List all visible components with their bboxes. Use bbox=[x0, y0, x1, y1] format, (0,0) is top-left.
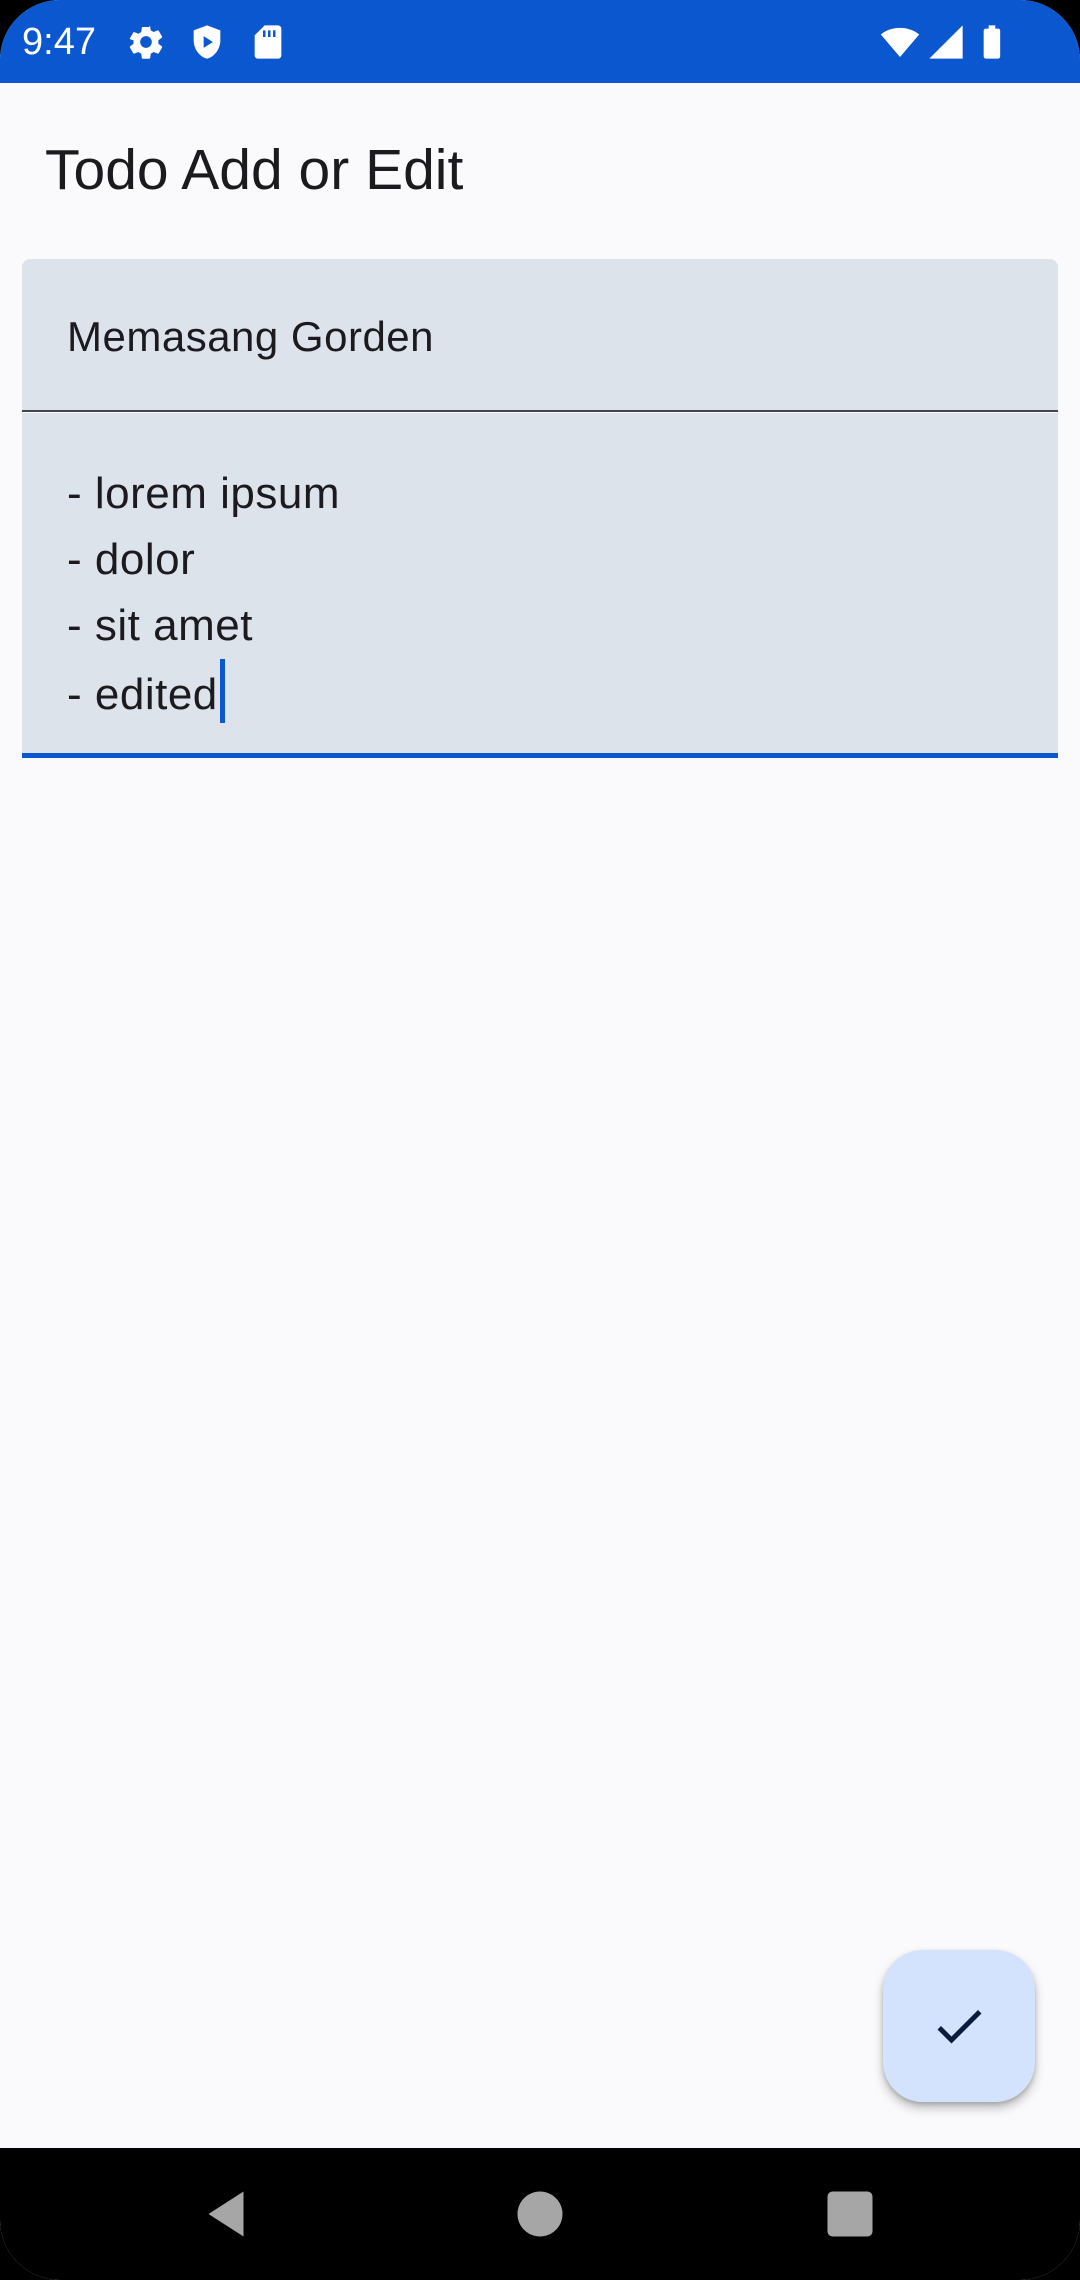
page-title: Todo Add or Edit bbox=[45, 138, 464, 202]
signal-icon bbox=[926, 22, 966, 62]
title-field-value: Memasang Gorden bbox=[67, 313, 435, 360]
description-lines: - lorem ipsum - dolor - sit amet - edite… bbox=[67, 461, 340, 728]
gear-icon bbox=[126, 22, 166, 62]
shield-play-icon bbox=[187, 22, 227, 62]
navigation-bar bbox=[0, 2148, 1080, 2280]
status-bar: 9:47 bbox=[0, 0, 1080, 83]
text-cursor bbox=[219, 659, 225, 723]
save-fab-button[interactable] bbox=[883, 1950, 1035, 2102]
wifi-icon bbox=[880, 22, 920, 62]
description-line: - sit amet bbox=[67, 601, 253, 650]
description-line: - dolor bbox=[67, 535, 196, 584]
description-field[interactable]: - lorem ipsum - dolor - sit amet - edite… bbox=[22, 413, 1058, 758]
home-icon[interactable] bbox=[510, 2184, 570, 2244]
battery-icon bbox=[972, 22, 1012, 62]
status-time: 9:47 bbox=[22, 21, 96, 63]
sd-card-icon bbox=[248, 22, 288, 62]
description-line: - lorem ipsum bbox=[67, 469, 340, 518]
description-line: - edited bbox=[67, 659, 340, 728]
back-icon[interactable] bbox=[196, 2184, 256, 2244]
check-icon bbox=[929, 1996, 989, 2056]
title-field[interactable]: Memasang Gorden bbox=[22, 259, 1058, 412]
recents-icon[interactable] bbox=[820, 2184, 880, 2244]
screen: 9:47 Todo Add or Edit Memasang Gorden - … bbox=[0, 0, 1080, 2280]
